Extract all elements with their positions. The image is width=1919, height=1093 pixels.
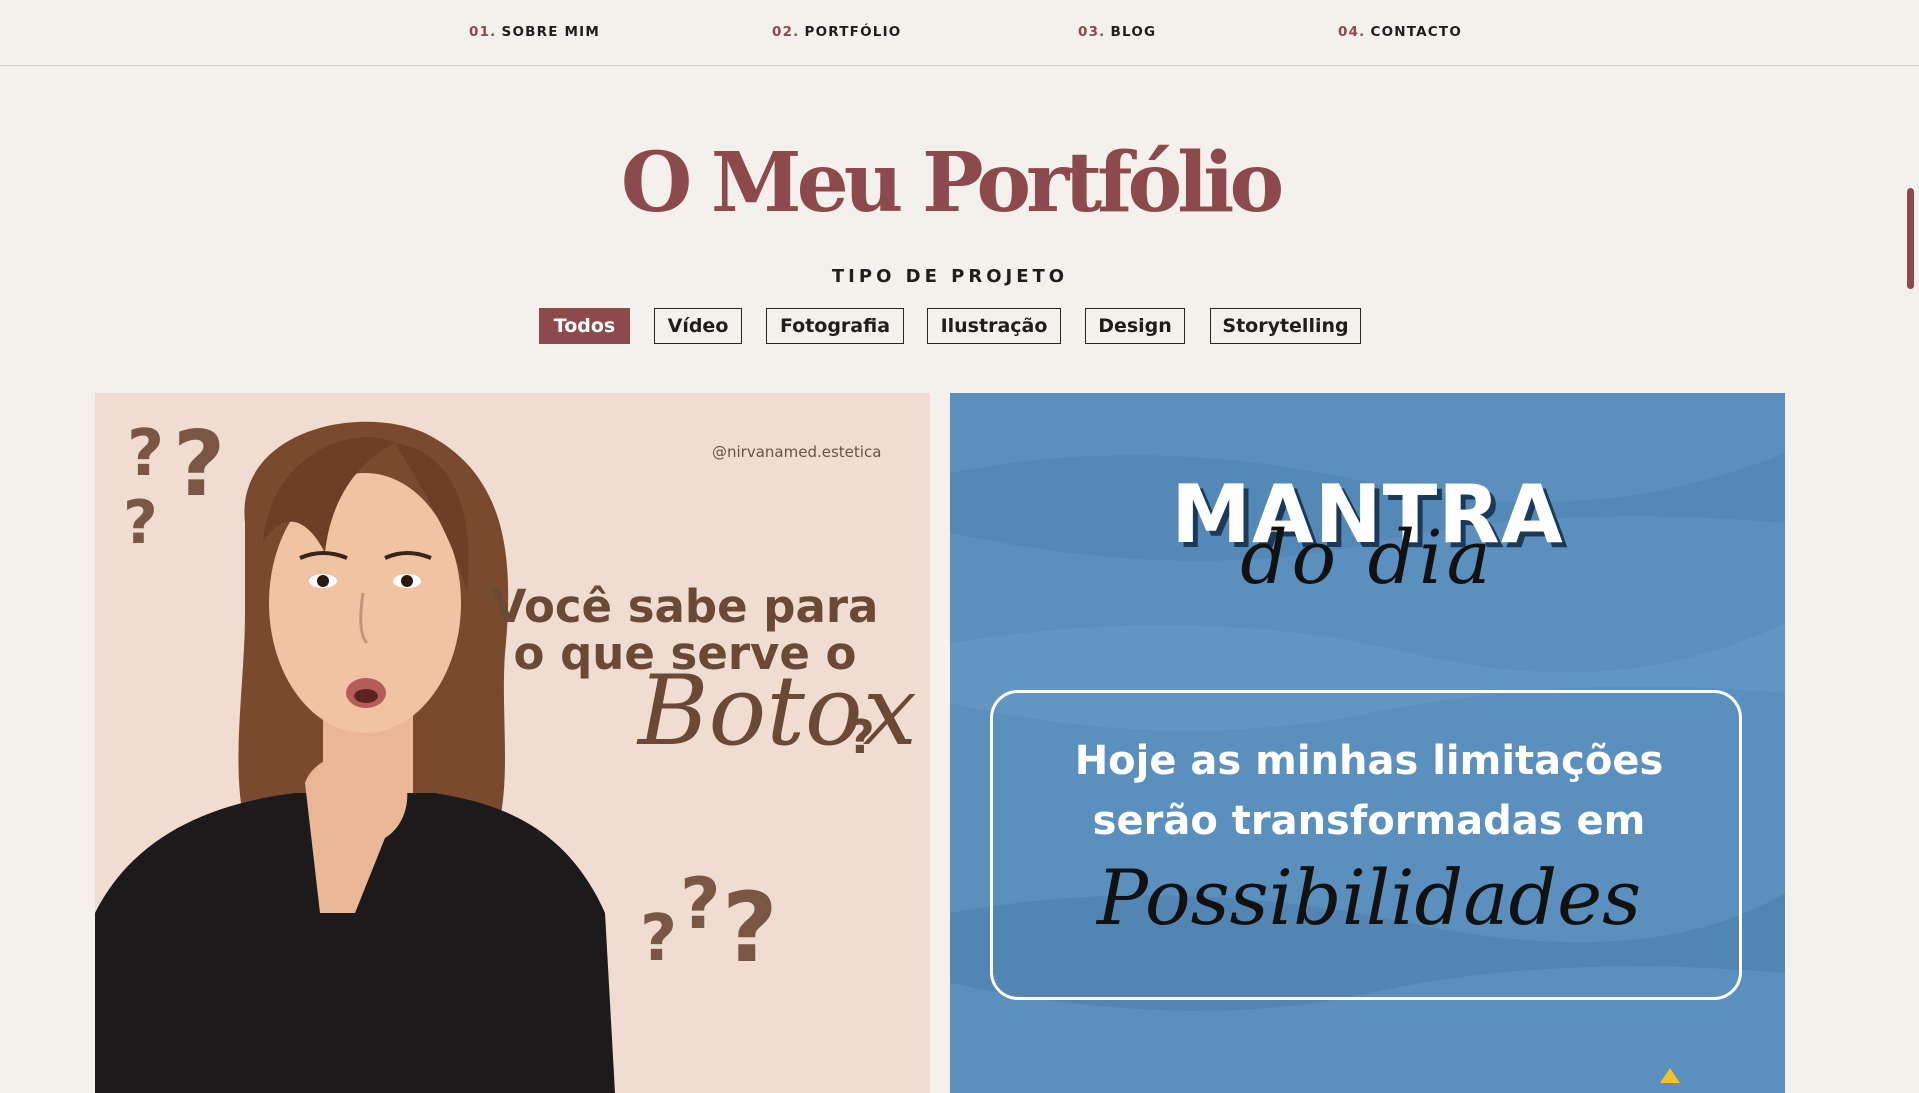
nav-label: SOBRE MIM [501, 24, 601, 40]
filter-storytelling[interactable]: Storytelling [1210, 308, 1361, 344]
quote-script: Possibilidades [1096, 853, 1642, 942]
filter-todos[interactable]: Todos [539, 308, 630, 344]
nav-contacto[interactable]: 04. CONTACTO [1338, 24, 1462, 40]
svg-text:?: ? [722, 872, 778, 984]
filter-design[interactable]: Design [1085, 308, 1185, 344]
nav-portfolio[interactable]: 02. PORTFÓLIO [772, 24, 901, 40]
woman-portrait-image [95, 421, 615, 1093]
quote-line2: serão transformadas em [1092, 798, 1646, 844]
svg-text:?: ? [680, 863, 721, 945]
quote-frame: Hoje as minhas limitações serão transfor… [990, 690, 1742, 1000]
nav-label: CONTACTO [1370, 24, 1462, 40]
nav-number: 02. [772, 24, 800, 40]
nav-number: 04. [1338, 24, 1366, 40]
card-question-line1: Você sabe para [491, 580, 879, 633]
scrollbar-thumb[interactable] [1907, 188, 1914, 289]
filter-fotografia[interactable]: Fotografia [766, 308, 904, 344]
mantra-subtitle-script: do dia [1240, 515, 1495, 601]
page-title: O Meu Portfólio [620, 135, 1284, 231]
nav-label: BLOG [1110, 24, 1157, 40]
quote-line1: Hoje as minhas limitações [1074, 738, 1664, 784]
card-question-mark: ? [848, 710, 875, 764]
nav-number: 01. [469, 24, 497, 40]
top-navigation: 01. SOBRE MIM 02. PORTFÓLIO 03. BLOG 04. CON… [0, 0, 1919, 66]
instagram-handle: @nirvanamed.estetica [712, 443, 882, 461]
nav-number: 03. [1078, 24, 1106, 40]
portfolio-card-botox[interactable]: ? ? ? ? ? ? @nirvanamed.estetica Você sa… [95, 393, 930, 1093]
nav-blog[interactable]: 03. BLOG [1078, 24, 1156, 40]
filter-video[interactable]: Vídeo [654, 308, 742, 344]
filter-heading: TIPO DE PROJETO [831, 266, 1069, 287]
nav-label: PORTFÓLIO [804, 24, 902, 40]
nav-sobre-mim[interactable]: 01. SOBRE MIM [469, 24, 600, 40]
card-script-botox: Botox [638, 655, 917, 767]
filter-ilustracao[interactable]: Ilustração [927, 308, 1061, 344]
portfolio-card-mantra[interactable]: MANTRA do dia Hoje as minhas limitações … [950, 393, 1785, 1093]
